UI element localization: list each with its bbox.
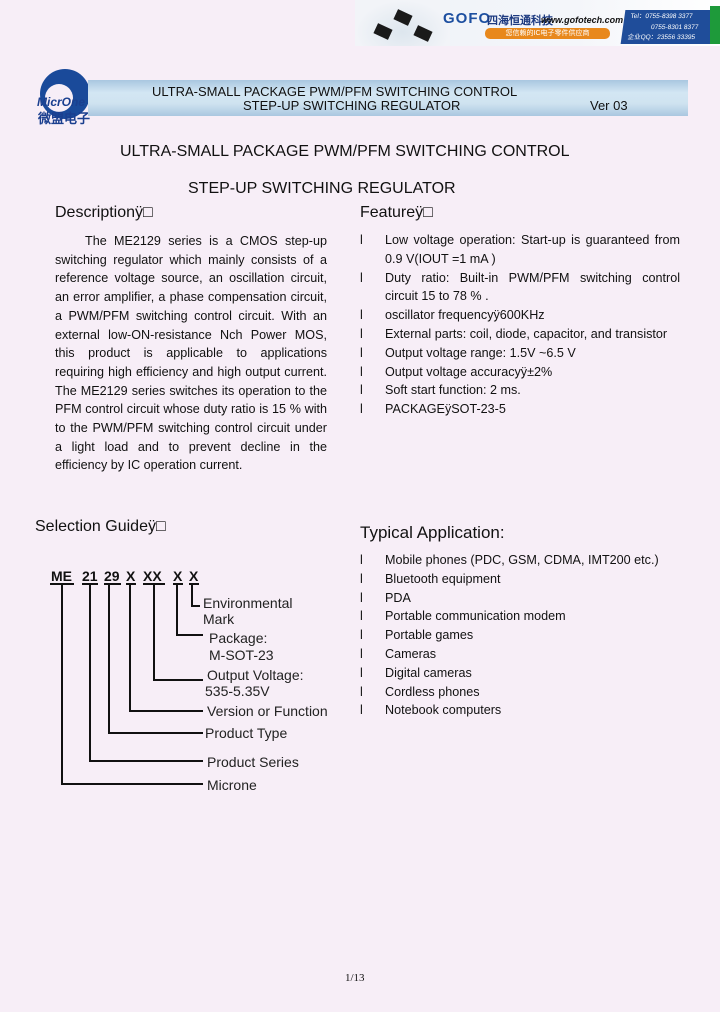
code-package: X xyxy=(173,568,183,584)
label-ov-2: 535-5.35V xyxy=(205,683,270,699)
label-microne: Microne xyxy=(207,777,257,793)
code-voltage: XX xyxy=(143,568,162,584)
label-pkg-2: M-SOT-23 xyxy=(209,647,274,663)
label-ov-1: Output Voltage: xyxy=(207,667,304,683)
label-type: Product Type xyxy=(205,725,287,741)
label-pkg-1: Package: xyxy=(209,630,267,646)
label-env-1: Environmental xyxy=(203,595,293,611)
label-env-2: Mark xyxy=(203,611,235,627)
code-me: ME xyxy=(51,568,72,584)
code-version: X xyxy=(126,568,136,584)
code-env: X xyxy=(189,568,199,584)
label-version: Version or Function xyxy=(207,703,328,719)
code-type: 29 xyxy=(104,568,120,584)
label-series: Product Series xyxy=(207,754,299,770)
page-number: 1/13 xyxy=(345,972,365,984)
selection-guide-diagram: ME 21 29 X XX X X Environmental Mark Pac… xyxy=(50,568,328,793)
code-series: 21 xyxy=(82,568,98,584)
